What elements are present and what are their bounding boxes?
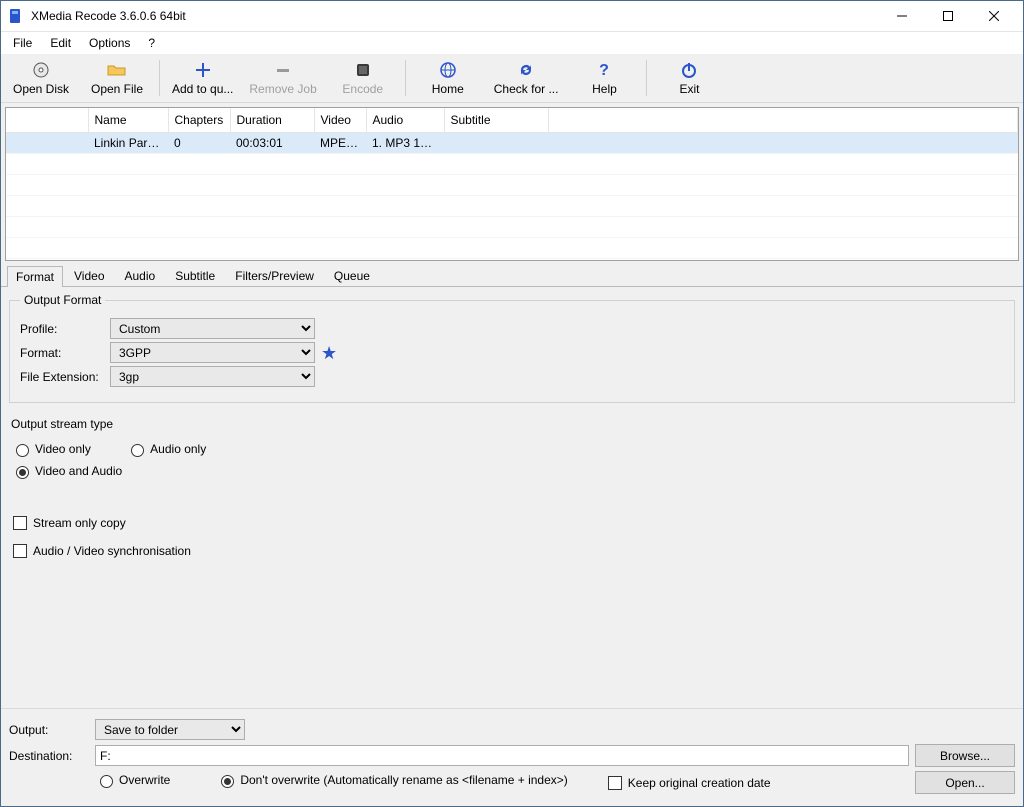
output-bar: Output: Save to folder Destination: Brow… <box>1 708 1023 806</box>
file-extension-label: File Extension: <box>20 370 110 384</box>
check-keep-date[interactable]: Keep original creation date <box>604 773 771 793</box>
help-button[interactable]: ? Help <box>566 54 642 102</box>
col-subtitle[interactable]: Subtitle <box>444 108 548 133</box>
format-label: Format: <box>20 346 110 360</box>
menu-help[interactable]: ? <box>140 34 163 52</box>
radio-video-only[interactable]: Video only <box>11 441 91 457</box>
tab-audio[interactable]: Audio <box>116 265 165 286</box>
open-file-button[interactable]: Open File <box>79 54 155 102</box>
tab-queue[interactable]: Queue <box>325 265 379 286</box>
question-icon: ? <box>595 60 613 80</box>
globe-icon <box>439 60 457 80</box>
toolbar-label: Add to qu... <box>172 82 233 96</box>
menu-file[interactable]: File <box>5 34 40 52</box>
col-video[interactable]: Video <box>314 108 366 133</box>
settings-tabs: Format Video Audio Subtitle Filters/Prev… <box>1 263 1023 286</box>
app-icon <box>7 8 23 24</box>
tab-video[interactable]: Video <box>65 265 113 286</box>
toolbar-label: Remove Job <box>249 82 316 96</box>
cell-duration: 00:03:01 <box>230 133 314 154</box>
radio-audio-only[interactable]: Audio only <box>126 441 206 457</box>
window-title: XMedia Recode 3.6.0.6 64bit <box>31 9 186 23</box>
encode-button: Encode <box>325 54 401 102</box>
radio-overwrite[interactable]: Overwrite <box>95 772 170 788</box>
format-select[interactable]: 3GPP <box>110 342 315 363</box>
output-format-group: Output Format Profile: Custom Format: 3G… <box>9 293 1015 403</box>
tab-subtitle[interactable]: Subtitle <box>166 265 224 286</box>
tab-format[interactable]: Format <box>7 266 63 287</box>
maximize-button[interactable] <box>925 1 971 31</box>
disc-icon <box>32 60 50 80</box>
svg-text:?: ? <box>600 62 610 79</box>
output-mode-select[interactable]: Save to folder <box>95 719 245 740</box>
toolbar-label: Help <box>592 82 617 96</box>
tab-filters-preview[interactable]: Filters/Preview <box>226 265 323 286</box>
col-name[interactable]: Name <box>88 108 168 133</box>
home-button[interactable]: Home <box>410 54 486 102</box>
app-window: XMedia Recode 3.6.0.6 64bit File Edit Op… <box>0 0 1024 807</box>
profile-label: Profile: <box>20 322 110 336</box>
check-av-sync[interactable]: Audio / Video synchronisation <box>9 541 1015 561</box>
destination-input[interactable] <box>95 745 909 766</box>
col-duration[interactable]: Duration <box>230 108 314 133</box>
radio-video-and-audio[interactable]: Video and Audio <box>11 463 122 479</box>
file-list[interactable]: Name Chapters Duration Video Audio Subti… <box>5 107 1019 261</box>
col-blank[interactable] <box>6 108 88 133</box>
menu-edit[interactable]: Edit <box>42 34 79 52</box>
add-to-queue-button[interactable]: Add to qu... <box>164 54 241 102</box>
check-updates-button[interactable]: Check for ... <box>486 54 567 102</box>
folder-open-icon <box>107 60 127 80</box>
output-label: Output: <box>9 723 89 737</box>
power-icon <box>680 60 698 80</box>
col-chapters[interactable]: Chapters <box>168 108 230 133</box>
title-bar: XMedia Recode 3.6.0.6 64bit <box>1 1 1023 32</box>
exit-button[interactable]: Exit <box>651 54 727 102</box>
menu-options[interactable]: Options <box>81 34 138 52</box>
cell-video: MPEG-... <box>314 133 366 154</box>
stream-type-legend: Output stream type <box>11 417 1013 431</box>
toolbar: Open Disk Open File Add to qu... Remove … <box>1 54 1023 103</box>
toolbar-label: Exit <box>679 82 699 96</box>
output-stream-type-group: Output stream type Video only Audio only… <box>9 413 1015 489</box>
close-button[interactable] <box>971 1 1017 31</box>
open-button[interactable]: Open... <box>915 771 1015 794</box>
cell-name: Linkin Park -... <box>88 133 168 154</box>
favorite-star-icon[interactable]: ★ <box>321 344 337 362</box>
toolbar-label: Encode <box>342 82 383 96</box>
profile-select[interactable]: Custom <box>110 318 315 339</box>
file-extension-select[interactable]: 3gp <box>110 366 315 387</box>
refresh-icon <box>517 60 535 80</box>
minimize-button[interactable] <box>879 1 925 31</box>
destination-label: Destination: <box>9 749 89 763</box>
check-stream-only-copy[interactable]: Stream only copy <box>9 513 1015 533</box>
file-row[interactable]: Linkin Park -... 0 00:03:01 MPEG-... 1. … <box>6 133 1018 154</box>
open-disk-button[interactable]: Open Disk <box>3 54 79 102</box>
remove-job-button: Remove Job <box>241 54 324 102</box>
plus-icon <box>194 60 212 80</box>
toolbar-label: Check for ... <box>494 82 559 96</box>
cell-subtitle <box>444 133 548 154</box>
minus-icon <box>274 60 292 80</box>
radio-dont-overwrite[interactable]: Don't overwrite (Automatically rename as… <box>216 772 567 788</box>
toolbar-label: Open Disk <box>13 82 69 96</box>
toolbar-label: Home <box>432 82 464 96</box>
output-format-legend: Output Format <box>20 293 105 307</box>
file-list-header[interactable]: Name Chapters Duration Video Audio Subti… <box>6 108 1018 133</box>
toolbar-label: Open File <box>91 82 143 96</box>
cell-chapters: 0 <box>168 133 230 154</box>
col-audio[interactable]: Audio <box>366 108 444 133</box>
format-panel: Output Format Profile: Custom Format: 3G… <box>1 286 1023 708</box>
film-icon <box>354 60 372 80</box>
menu-bar: File Edit Options ? <box>1 32 1023 54</box>
cell-audio: 1. MP3 143 ... <box>366 133 444 154</box>
browse-button[interactable]: Browse... <box>915 744 1015 767</box>
